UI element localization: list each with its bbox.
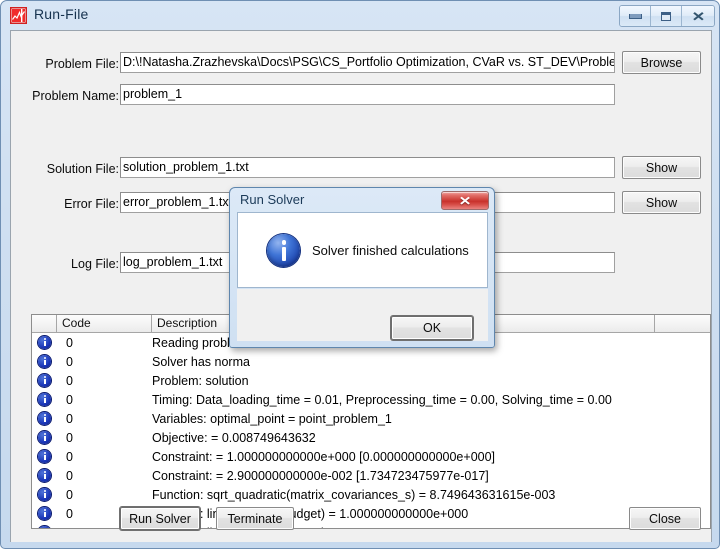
row-code: 0 <box>66 354 73 369</box>
grid-column-code[interactable]: Code <box>57 315 152 332</box>
problem-name-label: Problem Name: <box>32 89 119 103</box>
row-description: Problem: solution <box>152 373 249 388</box>
maximize-icon <box>661 11 671 21</box>
info-icon <box>38 431 51 444</box>
row-code: 0 <box>66 430 73 445</box>
log-grid-row[interactable]: 0 Function: sqrt_quadratic(matrix_covaria… <box>32 485 710 504</box>
dialog-ok-button[interactable]: OK <box>391 316 473 340</box>
grid-column-extra[interactable] <box>655 315 710 332</box>
dialog-title: Run Solver <box>240 192 305 207</box>
problem-file-input[interactable]: D:\!Natasha.Zrazhevska\Docs\PSG\CS_Portf… <box>120 52 615 73</box>
info-icon <box>38 469 51 482</box>
info-icon <box>38 526 51 528</box>
row-icon-cell <box>32 393 57 406</box>
close-button[interactable]: ✕ <box>682 6 714 26</box>
error-file-label: Error File: <box>64 197 119 211</box>
row-code: 0 <box>66 449 73 464</box>
info-icon <box>38 488 51 501</box>
row-code: 0 <box>66 335 73 350</box>
row-icon-cell <box>32 412 57 425</box>
chart-app-icon <box>10 7 27 24</box>
row-code: 0 <box>66 392 73 407</box>
info-icon <box>38 450 51 463</box>
window-controls: ✕ <box>619 5 715 27</box>
log-grid-row[interactable]: 0 Constraint: = 2.900000000000e-002 [1.73… <box>32 466 710 485</box>
minimize-icon <box>628 13 642 19</box>
run-solver-button[interactable]: Run Solver <box>120 507 200 530</box>
row-code: 0 <box>66 373 73 388</box>
window-titlebar[interactable]: Run-File ✕ <box>1 1 720 30</box>
log-grid-row[interactable]: 0 Problem: solution <box>32 371 710 390</box>
row-icon-cell <box>32 336 57 349</box>
log-file-label: Log File: <box>71 257 119 271</box>
log-grid-row[interactable]: 0 Constraint: = 1.000000000000e+000 [0.00… <box>32 447 710 466</box>
info-icon <box>38 507 51 520</box>
row-code: 0 <box>66 487 73 502</box>
close-icon: ✕ <box>691 8 705 24</box>
dialog-close-button[interactable]: ✕ <box>441 191 489 210</box>
row-icon-cell <box>32 355 57 368</box>
row-code: 0 <box>66 468 73 483</box>
info-icon <box>38 374 51 387</box>
row-description: Function: sqrt_quadratic(matrix_covarian… <box>152 487 556 502</box>
browse-button[interactable]: Browse <box>622 51 701 74</box>
minimize-button[interactable] <box>620 6 651 26</box>
row-icon-cell <box>32 507 57 520</box>
row-description: Constraint: = 2.900000000000e-002 [1.734… <box>152 468 489 483</box>
row-description: Constraint: = 1.000000000000e+000 [0.000… <box>152 449 496 464</box>
row-code: 0 <box>66 411 73 426</box>
run-file-window: Run-File ✕ Problem File: D:\!Natasha.Zra… <box>0 0 720 549</box>
problem-file-label: Problem File: <box>45 57 119 71</box>
row-description: Solver has norma <box>152 354 250 369</box>
solution-file-label: Solution File: <box>46 162 119 176</box>
info-icon <box>38 412 51 425</box>
row-icon-cell <box>32 469 57 482</box>
info-icon <box>38 336 51 349</box>
row-icon-cell <box>32 526 57 528</box>
row-icon-cell <box>32 431 57 444</box>
row-icon-cell <box>32 450 57 463</box>
close-footer-button[interactable]: Close <box>629 507 701 530</box>
log-grid-row[interactable]: 0 Timing: Data_loading_time = 0.01, Prepr… <box>32 390 710 409</box>
maximize-button[interactable] <box>651 6 682 26</box>
dialog-message: Solver finished calculations <box>312 243 469 258</box>
log-grid-row[interactable]: 0 Objective: = 0.008749643632 <box>32 428 710 447</box>
show-error-button[interactable]: Show <box>622 191 701 214</box>
grid-column-icon[interactable] <box>32 315 57 332</box>
row-description: Timing: Data_loading_time = 0.01, Prepro… <box>152 392 612 407</box>
show-solution-button[interactable]: Show <box>622 156 701 179</box>
close-icon: ✕ <box>458 193 472 208</box>
solution-file-input[interactable]: solution_problem_1.txt <box>120 157 615 178</box>
log-grid-row[interactable]: 0 Solver has norma <box>32 352 710 371</box>
row-icon-cell <box>32 488 57 501</box>
row-description: Objective: = 0.008749643632 <box>152 430 316 445</box>
log-grid-body: 0 Reading problem 0 Solver has norma 0 Proble… <box>32 333 710 528</box>
info-icon <box>38 393 51 406</box>
log-grid-row[interactable]: 0 Variables: optimal_point = point_proble… <box>32 409 710 428</box>
problem-name-input[interactable]: problem_1 <box>120 84 615 105</box>
info-icon <box>38 355 51 368</box>
terminate-button[interactable]: Terminate <box>216 507 294 530</box>
dialog-body: Solver finished calculations <box>237 212 488 288</box>
window-title: Run-File <box>34 6 89 22</box>
row-icon-cell <box>32 374 57 387</box>
row-description: Variables: optimal_point = point_problem… <box>152 411 392 426</box>
info-icon <box>267 234 300 267</box>
